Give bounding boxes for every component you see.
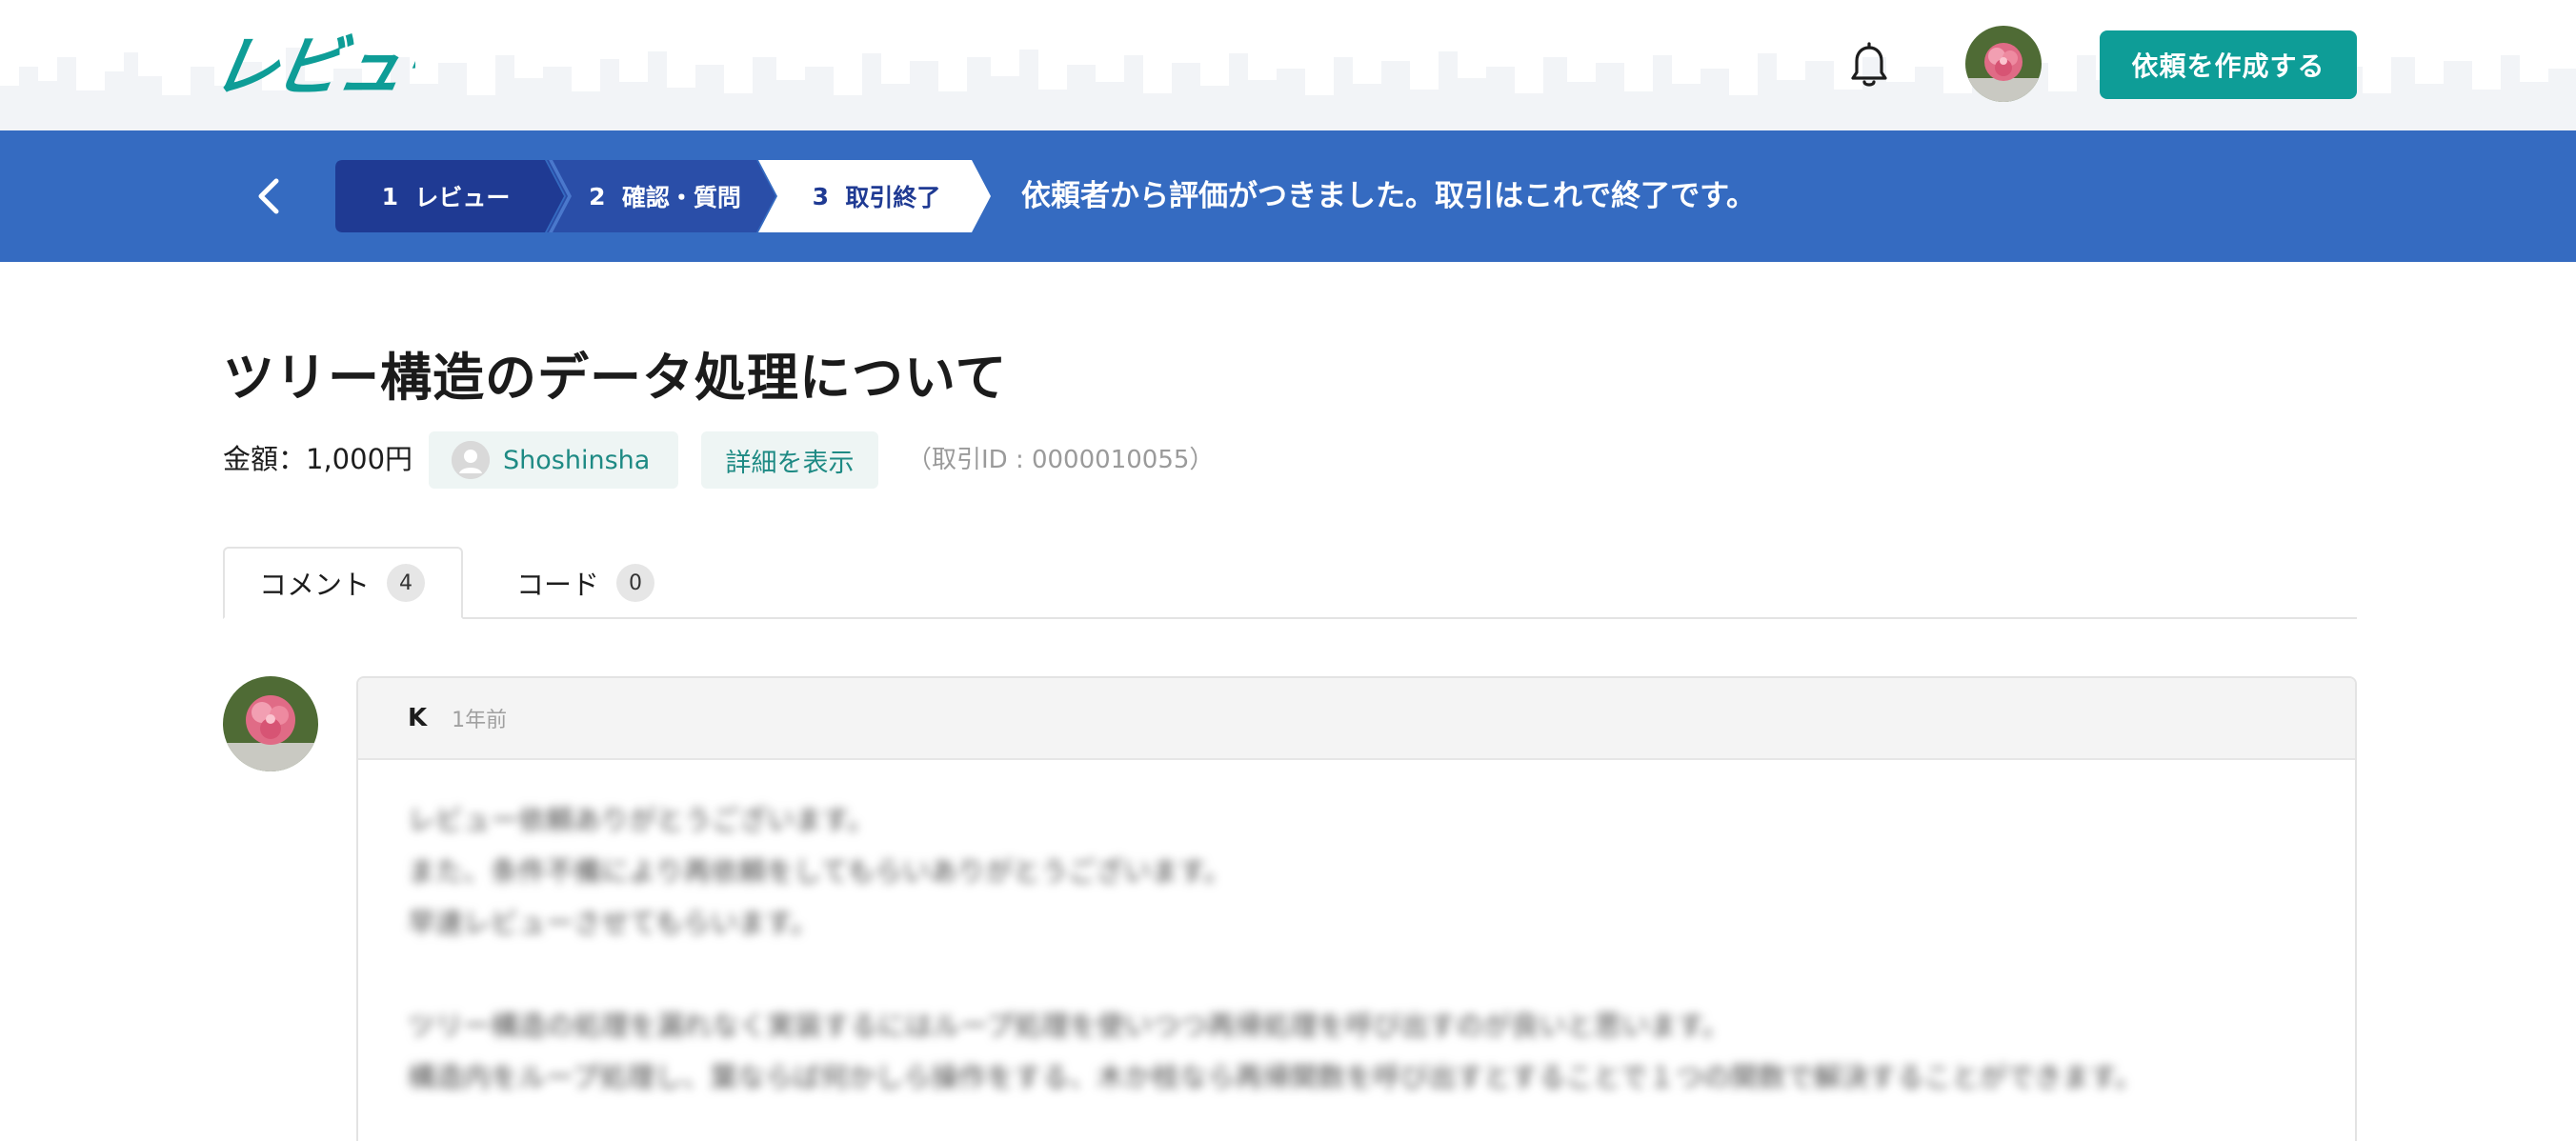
flower-avatar-icon [1965, 26, 2042, 102]
tab-code-count: 0 [616, 564, 655, 602]
step-1-review[interactable]: 1 レビュー [335, 160, 556, 232]
requester-chip[interactable]: Shoshinsha [429, 431, 678, 489]
comment-line: また、条件不備により再依頼をしてもらいありがとうございます。 [408, 855, 1232, 888]
requester-name: Shoshinsha [503, 445, 651, 475]
step-3-transaction-end[interactable]: 3 取引終了 [772, 160, 981, 232]
svg-text:レビュー: レビュー [221, 28, 415, 105]
flower-avatar-icon [223, 676, 318, 771]
comment-card: K 1年前 レビュー依頼ありがとうございます。 また、条件不備により再依頼をして… [356, 676, 2357, 1141]
tab-comments-count: 4 [387, 564, 426, 602]
comment-header: K 1年前 [358, 678, 2355, 760]
comment-line: ツリー構造の処理を漏れなく実装するにはループ処理を使いつつ再帰処理を呼び出すのが… [408, 1010, 1730, 1042]
top-header: レビュー 依頼を作成する [0, 0, 2576, 130]
page-title: ツリー構造のデータ処理について [223, 348, 1008, 408]
status-message: 依頼者から評価がつきました。取引はこれで終了です。 [1021, 179, 1756, 213]
step-2-confirm-question[interactable]: 2 確認・質問 [560, 160, 770, 232]
comment-line: 早速レビューさせてもらいます。 [408, 907, 818, 939]
comment-author[interactable]: K [408, 704, 427, 732]
tab-comments[interactable]: コメント 4 [223, 547, 463, 619]
comment-body: レビュー依頼ありがとうございます。 また、条件不備により再依頼をしてもらいありが… [358, 760, 2355, 1103]
tab-code-label: コード [516, 569, 600, 601]
comment-line: レビュー依頼ありがとうございます。 [408, 804, 875, 836]
tab-comments-label: コメント [259, 569, 371, 601]
comment-blank-line [408, 949, 2355, 1000]
show-details-button[interactable]: 詳細を表示 [701, 431, 878, 489]
user-placeholder-icon [452, 441, 490, 479]
comment-line: 構造内をループ処理し、葉ならば何かしら操作をする、木か枝なら再帰関数を呼び出すと… [408, 1061, 2143, 1093]
comment-timestamp: 1年前 [452, 709, 508, 732]
transaction-id: （取引ID : 0000010055） [907, 446, 1215, 474]
amount-label: 金額：1,000円 [223, 443, 413, 475]
chevron-left-icon[interactable] [246, 171, 292, 221]
user-avatar[interactable] [1965, 26, 2042, 102]
bell-icon[interactable] [1846, 42, 1892, 91]
tab-code[interactable]: コード 0 [490, 547, 680, 619]
create-request-button[interactable]: 依頼を作成する [2100, 30, 2357, 99]
progress-steps: 1 レビュー 2 確認・質問 3 取引終了 [335, 160, 1002, 232]
comment-author-avatar[interactable] [223, 676, 318, 771]
logo[interactable]: レビュー [221, 21, 415, 107]
